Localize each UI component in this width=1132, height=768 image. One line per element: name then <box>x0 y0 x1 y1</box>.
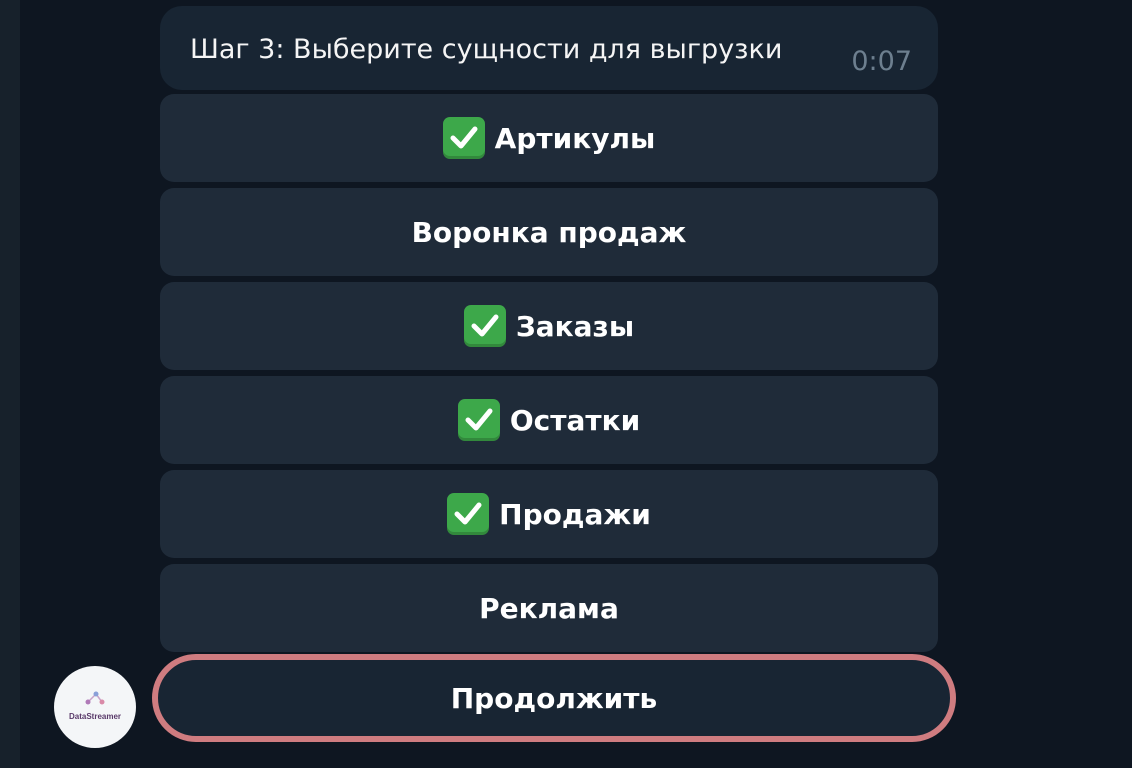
option-button-articles[interactable]: Артикулы <box>160 94 938 182</box>
continue-label: Продолжить <box>450 681 658 715</box>
option-button-sales[interactable]: Продажи <box>160 470 938 558</box>
check-mark-icon <box>457 399 500 441</box>
option-button-orders[interactable]: Заказы <box>160 282 938 370</box>
option-label: Продажи <box>499 497 651 531</box>
option-button-ads[interactable]: Реклама <box>160 564 938 652</box>
option-label: Заказы <box>515 309 635 343</box>
bot-avatar[interactable]: DataStreamer <box>54 666 136 748</box>
message-time: 0:07 <box>851 46 912 77</box>
check-mark-icon <box>463 305 506 347</box>
option-button-stock[interactable]: Остатки <box>160 376 938 464</box>
check-mark-icon <box>442 117 485 159</box>
sidebar-edge <box>0 0 20 768</box>
message-bubble: Шаг 3: Выберите сущности для выгрузки 0:… <box>160 6 938 90</box>
check-mark-icon <box>447 493 490 535</box>
option-label: Артикулы <box>494 121 656 155</box>
option-label: Остатки <box>509 403 641 437</box>
option-label: Воронка продаж <box>411 215 687 249</box>
message-text: Шаг 3: Выберите сущности для выгрузки <box>190 34 783 65</box>
continue-button[interactable]: Продолжить <box>152 654 956 742</box>
molecule-icon <box>85 691 105 705</box>
option-button-sales-funnel[interactable]: Воронка продаж <box>160 188 938 276</box>
avatar-logo-text: DataStreamer <box>68 712 122 721</box>
option-label: Реклама <box>479 591 619 625</box>
